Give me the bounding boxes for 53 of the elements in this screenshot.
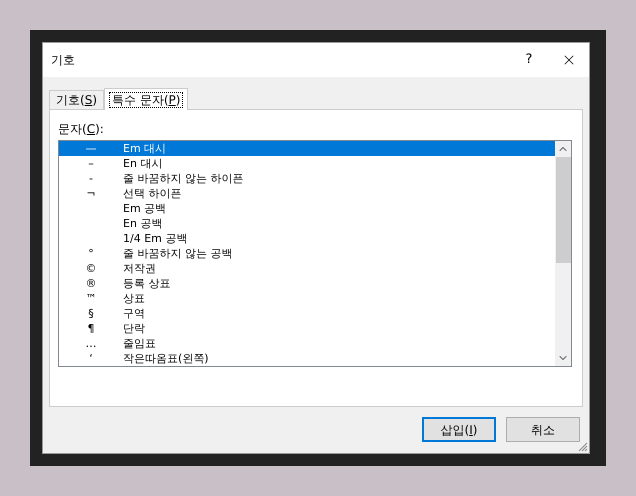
list-row[interactable]: … 줄임표 xyxy=(59,336,555,351)
tab[interactable]: 특수 문자(P) xyxy=(104,88,188,110)
name-cell: 줄 바꿈하지 않는 공백 xyxy=(123,246,232,261)
symbol-cell-text: ° xyxy=(87,246,95,261)
name-cell: En 대시 xyxy=(123,156,162,171)
dialog-button[interactable]: 삽입(I) xyxy=(422,417,496,442)
list-row[interactable]: ‘ 작은따옴표(왼쪽) xyxy=(59,351,555,366)
name-cell: 작은따옴표(왼쪽) xyxy=(123,351,209,366)
list-row[interactable]: 1/4 Em 공백 xyxy=(59,231,555,246)
symbol-cell-text: — xyxy=(84,141,98,156)
list-row[interactable]: ° 줄 바꿈하지 않는 공백 xyxy=(59,246,555,261)
list-row[interactable]: ® 등록 상표 xyxy=(59,276,555,291)
name-cell: 1/4 Em 공백 xyxy=(123,231,188,246)
symbol-cell-text: … xyxy=(84,336,98,351)
symbol-cell-text: ™ xyxy=(84,291,98,306)
symbol-cell-text: ® xyxy=(84,276,98,291)
help-button[interactable]: ? xyxy=(509,45,549,75)
tab[interactable]: 기호(S) xyxy=(49,90,104,109)
list-row[interactable]: - 줄 바꿈하지 않는 하이픈 xyxy=(59,171,555,186)
symbol-cell-text: – xyxy=(87,156,95,171)
name-cell: Em 대시 xyxy=(123,141,166,156)
list-row[interactable]: © 저작권 xyxy=(59,261,555,276)
symbol-cell-text: § xyxy=(87,306,95,321)
resize-grip-icon[interactable] xyxy=(578,442,588,452)
list-row[interactable]: § 구역 xyxy=(59,306,555,321)
symbol-cell-text: © xyxy=(84,261,98,276)
character-list[interactable]: — Em 대시 – En 대시 - 줄 바꿈하지 않는 하이픈 ¬ 선택 하이픈 Em 공백 En 공백 1/4 Em 공백 ° 줄 바꿈하지 않는 공백 © 저작권 ® 등록 상표 ™ 상표 § 구역 ¶ 단락 … 줄임표 ‘ 작은따옴표(왼쪽) xyxy=(58,140,572,367)
list-row[interactable]: ™ 상표 xyxy=(59,291,555,306)
name-cell: 등록 상표 xyxy=(123,276,170,291)
symbol-cell-text: ‘ xyxy=(88,351,94,366)
name-cell: Em 공백 xyxy=(123,201,166,216)
list-row[interactable]: ¶ 단락 xyxy=(59,321,555,336)
symbol-cell-text: ¬ xyxy=(85,186,97,201)
name-cell: 저작권 xyxy=(123,261,156,276)
list-row[interactable]: ¬ 선택 하이픈 xyxy=(59,186,555,201)
characters-label: 문자(C): xyxy=(58,121,104,138)
name-cell: 상표 xyxy=(123,291,145,306)
list-row[interactable]: – En 대시 xyxy=(59,156,555,171)
window-title: 기호 xyxy=(51,52,76,69)
list-row[interactable]: Em 공백 xyxy=(59,201,555,216)
list-row[interactable]: — Em 대시 xyxy=(59,141,555,156)
list-row[interactable]: En 공백 xyxy=(59,216,555,231)
name-cell: 선택 하이픈 xyxy=(123,186,182,201)
name-cell: En 공백 xyxy=(123,216,162,231)
name-cell: 구역 xyxy=(123,306,145,321)
name-cell: 단락 xyxy=(123,321,145,336)
name-cell: 줄임표 xyxy=(123,336,156,351)
name-cell: 줄 바꿈하지 않는 하이픈 xyxy=(123,171,244,186)
symbol-cell-text: ¶ xyxy=(86,321,96,336)
dialog-button[interactable]: 취소 xyxy=(506,417,580,442)
symbol-cell-text: - xyxy=(88,171,94,186)
scroll-thumb[interactable] xyxy=(556,157,570,263)
scrollbar[interactable] xyxy=(555,141,571,366)
